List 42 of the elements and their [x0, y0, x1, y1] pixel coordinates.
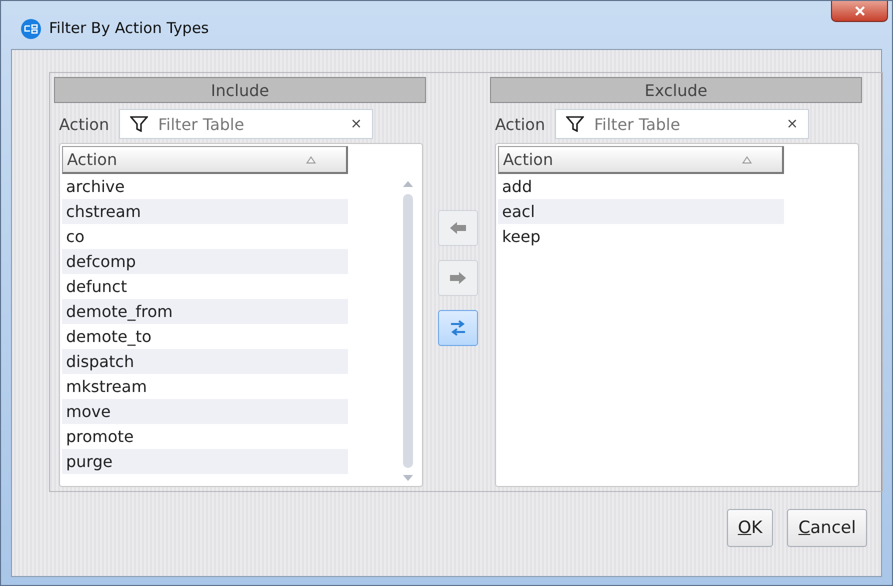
- panel-heading: Exclude: [490, 77, 862, 103]
- filter-icon: [566, 116, 584, 132]
- list-row[interactable]: eacl: [498, 199, 784, 224]
- sort-icon: [742, 156, 752, 164]
- filter-icon: [130, 116, 148, 132]
- window-title: Filter By Action Types: [49, 19, 209, 37]
- filter-field[interactable]: Filter Table ×: [119, 109, 374, 139]
- list-row[interactable]: move: [62, 399, 348, 424]
- sort-icon: [306, 156, 316, 164]
- swap-arrows-icon: [449, 319, 467, 337]
- list-row[interactable]: dispatch: [62, 349, 348, 374]
- list-row[interactable]: demote_from: [62, 299, 348, 324]
- list-row[interactable]: defcomp: [62, 249, 348, 274]
- right-arrow-icon: [449, 271, 467, 285]
- column-header[interactable]: Action: [498, 146, 784, 174]
- list-row[interactable]: defunct: [62, 274, 348, 299]
- list-row[interactable]: keep: [498, 224, 784, 249]
- list-row[interactable]: mkstream: [62, 374, 348, 399]
- column-header[interactable]: Action: [62, 146, 348, 174]
- clear-button[interactable]: ×: [786, 116, 798, 132]
- filter-label: Action: [59, 114, 110, 134]
- list-row[interactable]: demote_to: [62, 324, 348, 349]
- scrollbar[interactable]: [402, 180, 414, 482]
- close-icon: [854, 6, 866, 16]
- list-row[interactable]: purge: [62, 449, 348, 474]
- list-row[interactable]: add: [498, 174, 784, 199]
- list-row[interactable]: promote: [62, 424, 348, 449]
- list-row[interactable]: archive: [62, 174, 348, 199]
- clear-button[interactable]: ×: [350, 116, 362, 132]
- scroll-up-icon: [402, 180, 414, 188]
- filter-field[interactable]: Filter Table ×: [555, 109, 810, 139]
- list-row[interactable]: chstream: [62, 199, 348, 224]
- dialog-button[interactable]: Cancel: [787, 509, 867, 547]
- scroll-down-icon: [402, 474, 414, 482]
- left-arrow-icon: [449, 221, 467, 235]
- dialog-button[interactable]: OK: [726, 509, 774, 547]
- close-button[interactable]: [831, 1, 888, 22]
- filter-label: Action: [495, 114, 546, 134]
- panel-heading: Include: [54, 77, 426, 103]
- move-button[interactable]: [438, 310, 478, 346]
- list-row[interactable]: co: [62, 224, 348, 249]
- app-icon: [21, 19, 41, 39]
